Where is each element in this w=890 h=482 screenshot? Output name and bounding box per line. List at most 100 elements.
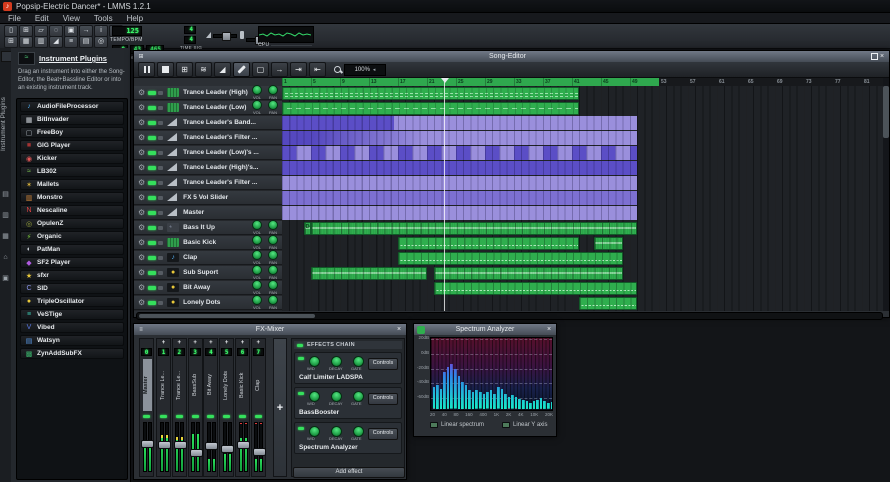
channel-fader[interactable]: [221, 445, 234, 453]
channel-fader[interactable]: [253, 448, 266, 456]
track-header[interactable]: ⚙●Sub SuportVOLPAN: [134, 266, 282, 280]
track-mute-led[interactable]: [148, 271, 156, 275]
track-solo-led[interactable]: [158, 166, 163, 170]
my-projects-icon[interactable]: ▤: [1, 190, 10, 199]
track-gear-icon[interactable]: ⚙: [138, 298, 145, 307]
project-notes-toggle-icon[interactable]: ▤: [79, 36, 93, 48]
stop-behaviour-current-button[interactable]: →: [271, 62, 288, 77]
track-name[interactable]: Clap: [183, 254, 251, 261]
track-gear-icon[interactable]: ⚙: [138, 208, 145, 217]
checkbox-led-icon[interactable]: [430, 422, 438, 428]
pattern-segment[interactable]: [434, 267, 623, 280]
track-lane[interactable]: [282, 266, 883, 281]
track-name[interactable]: Trance Leader (High): [183, 89, 251, 96]
channel-mute-led[interactable]: [239, 415, 246, 418]
controller-rack-toggle-icon[interactable]: ◎: [94, 36, 108, 48]
track-lane[interactable]: Do: [282, 221, 883, 236]
maximize-icon[interactable]: [870, 53, 878, 61]
track-lane[interactable]: [282, 296, 883, 311]
timesig-numerator-display[interactable]: 4: [184, 26, 196, 34]
track-mute-led[interactable]: [148, 181, 156, 185]
fx-channel-1[interactable]: +1Trance Le...: [156, 338, 171, 477]
plugin-item-patman[interactable]: ◐PatMan: [20, 244, 124, 255]
track-lane[interactable]: [282, 131, 883, 146]
channel-name[interactable]: Lonely Dots: [223, 359, 232, 411]
plugin-item-sid[interactable]: CSID: [20, 283, 124, 294]
track-name[interactable]: Trance Leader (Low)'s ...: [183, 149, 282, 156]
track-gear-icon[interactable]: ⚙: [138, 133, 145, 142]
song-editor-toggle-icon[interactable]: ⊞: [4, 36, 18, 48]
edit-mode-button[interactable]: ▢: [252, 62, 269, 77]
plugin-item-tripleoscillator[interactable]: ●TripleOscillator: [20, 296, 124, 307]
plugin-item-monstro[interactable]: ▥Monstro: [20, 192, 124, 203]
automation-segment[interactable]: [282, 206, 637, 220]
pattern-segment[interactable]: [579, 297, 637, 310]
track-solo-led[interactable]: [158, 136, 163, 140]
track-lane[interactable]: [282, 101, 883, 116]
channel-fader[interactable]: [190, 449, 203, 457]
track-solo-led[interactable]: [158, 256, 163, 260]
master-volume-slider[interactable]: [213, 34, 237, 38]
track-gear-icon[interactable]: ⚙: [138, 283, 145, 292]
track-solo-led[interactable]: [158, 301, 163, 305]
pan-knob[interactable]: [268, 100, 278, 110]
track-lane[interactable]: [282, 251, 883, 266]
pause-button[interactable]: [138, 62, 155, 77]
track-solo-led[interactable]: [158, 151, 163, 155]
track-name[interactable]: Master: [183, 209, 282, 216]
channel-name[interactable]: Trance Le...: [176, 359, 185, 411]
effect-controls-button[interactable]: Controls: [368, 428, 398, 440]
fx-mixer-toggle-icon[interactable]: ≡: [64, 36, 78, 48]
fx-channel-4[interactable]: +4Bit Away: [203, 338, 218, 477]
track-lane[interactable]: [282, 146, 883, 161]
fx-channel-5[interactable]: +5Lonely Dots: [219, 338, 234, 477]
my-samples-icon[interactable]: ▥: [1, 211, 10, 220]
effect-enable-led[interactable]: [298, 357, 304, 360]
track-lane[interactable]: [282, 86, 883, 101]
channel-name[interactable]: BassSub: [192, 359, 201, 411]
channel-fader[interactable]: [237, 441, 250, 449]
channel-name[interactable]: Clap: [255, 359, 264, 411]
track-solo-led[interactable]: [158, 271, 163, 275]
track-header[interactable]: ⚙Bass It UpVOLPAN: [134, 221, 282, 235]
track-header[interactable]: ⚙Trance Leader (High)VOLPAN: [134, 86, 282, 100]
track-mute-led[interactable]: [148, 211, 156, 215]
track-header[interactable]: ⚙●Bit AwayVOLPAN: [134, 281, 282, 295]
track-lane[interactable]: [282, 206, 883, 221]
vertical-scrollbar-thumb[interactable]: [883, 86, 889, 138]
channel-name[interactable]: Trance Le...: [160, 359, 169, 411]
zoom-dropdown-arrow-icon[interactable]: ◂: [373, 67, 376, 73]
pan-knob[interactable]: [268, 85, 278, 95]
track-mute-led[interactable]: [148, 196, 156, 200]
track-lane[interactable]: [282, 161, 883, 176]
close-icon[interactable]: ×: [878, 53, 886, 61]
track-header[interactable]: ⚙●Lonely DotsVOLPAN: [134, 296, 282, 310]
vol-knob[interactable]: [252, 280, 262, 290]
close-icon[interactable]: ×: [395, 326, 403, 334]
track-lane[interactable]: [282, 236, 883, 251]
automation-segment[interactable]: [282, 191, 637, 205]
track-mute-led[interactable]: [148, 151, 156, 155]
track-lane[interactable]: [282, 191, 883, 206]
plugin-item-vibed[interactable]: VVibed: [20, 322, 124, 333]
vol-knob[interactable]: [252, 235, 262, 245]
pattern-segment[interactable]: [282, 102, 579, 115]
plugin-item-watsyn[interactable]: ▤Watsyn: [20, 335, 124, 346]
track-mute-led[interactable]: [148, 166, 156, 170]
track-name[interactable]: Trance Leader (Low): [183, 104, 251, 111]
track-gear-icon[interactable]: ⚙: [138, 163, 145, 172]
channel-mute-led[interactable]: [207, 415, 214, 418]
plugin-item-sfxr[interactable]: ★sfxr: [20, 270, 124, 281]
track-name[interactable]: Bass It Up: [183, 224, 251, 231]
track-name[interactable]: Basic Kick: [183, 239, 251, 246]
track-mute-led[interactable]: [148, 91, 156, 95]
my-home-icon[interactable]: ⌂: [1, 253, 10, 262]
spectrum-checkbox-linear-y-axis[interactable]: Linear Y axis: [502, 422, 547, 428]
stop-behaviour-start-button[interactable]: ⇤: [309, 62, 326, 77]
track-header[interactable]: ⚙Trance Leader's Band...: [134, 116, 282, 130]
track-gear-icon[interactable]: ⚙: [138, 223, 145, 232]
channel-mute-led[interactable]: [160, 415, 167, 418]
new-fx-channel-button[interactable]: +: [273, 338, 287, 477]
channel-fader[interactable]: [205, 442, 218, 450]
track-name[interactable]: Trance Leader's Band...: [183, 119, 282, 126]
